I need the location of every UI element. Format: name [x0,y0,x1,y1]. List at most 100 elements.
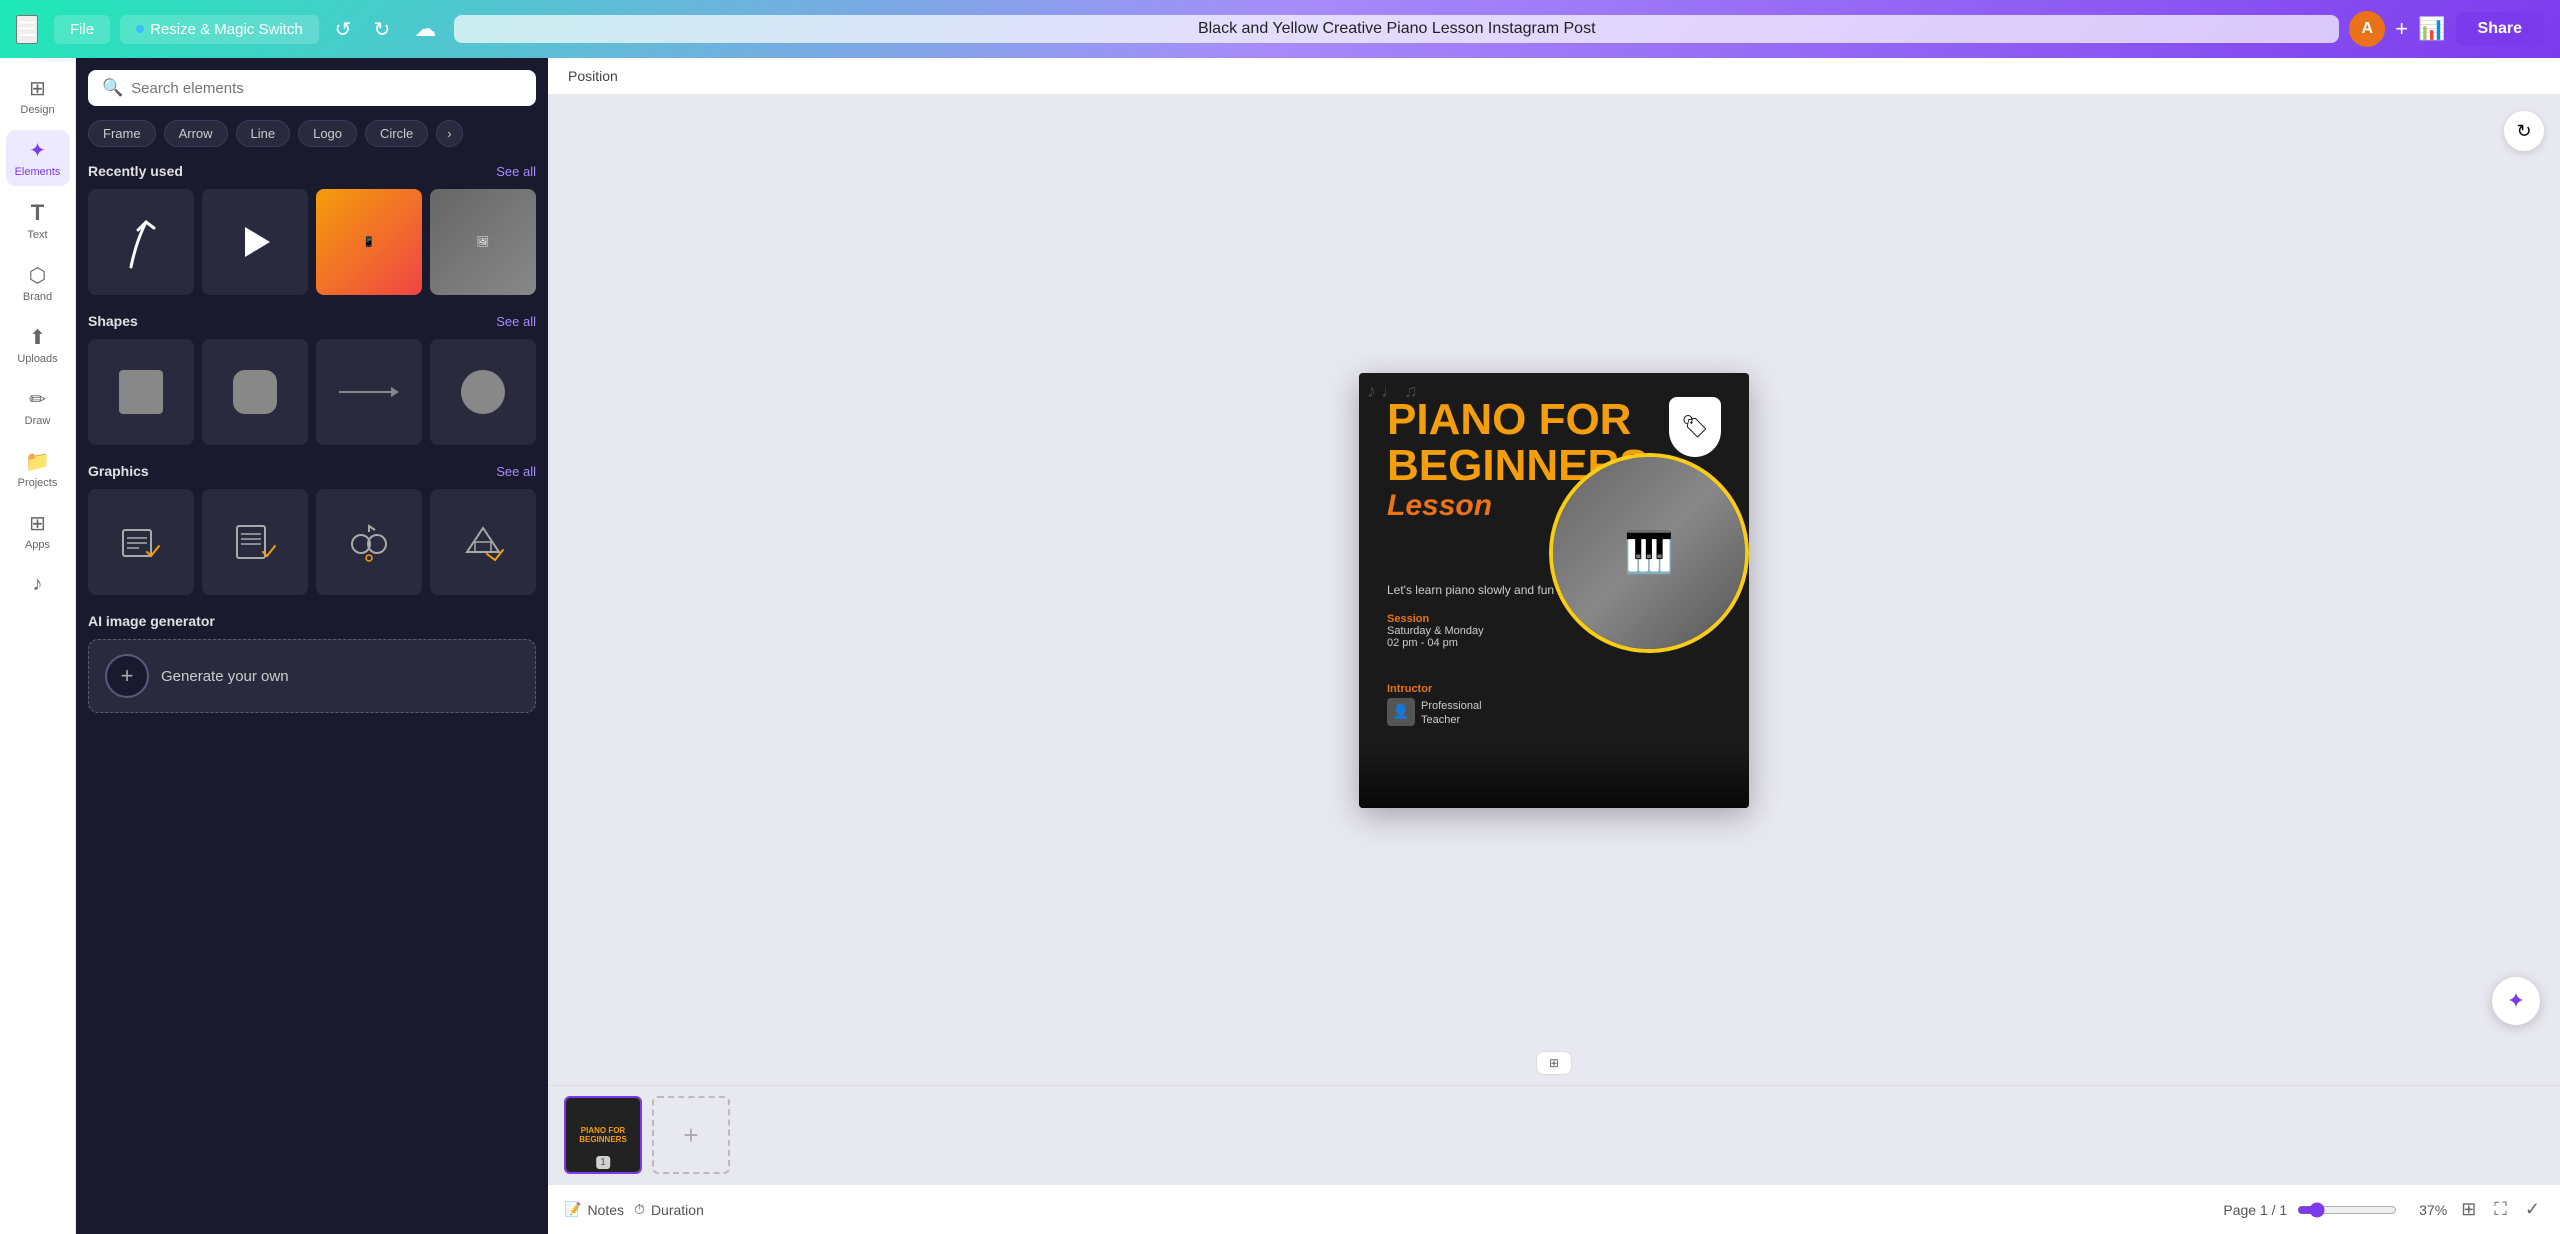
recently-used-see-all[interactable]: See all [496,164,536,179]
instructor-role: Teacher [1421,714,1482,726]
projects-label: Projects [18,477,58,489]
canvas-area: Position ↻ ♪ ♩ ♫ PIANO FOR BEGINNERS Les… [548,58,2560,1234]
text-label: Text [27,229,47,241]
element-misc[interactable]: 🖼 [430,189,536,295]
shapes-grid [88,339,536,445]
notes-button[interactable]: 📝 Notes [564,1201,624,1218]
share-button[interactable]: Share [2456,12,2544,46]
sidebar-item-design[interactable]: ⊞ Design [6,68,70,124]
apps-label: Apps [25,539,50,551]
elements-icon: ✦ [29,138,46,163]
sidebar-item-projects[interactable]: 📁 Projects [6,441,70,497]
sidebar-item-text[interactable]: T Text [6,192,70,249]
add-button[interactable]: + [2395,16,2408,42]
generate-own-label: Generate your own [161,668,289,685]
instructor-label: Intructor [1387,683,1482,695]
sidebar-item-music[interactable]: ♪ [6,565,70,604]
zoom-value: 37% [2407,1202,2447,1218]
filter-frame[interactable]: Frame [88,120,156,147]
recently-used-grid: 📱 🖼 [88,189,536,295]
grid-view-button[interactable]: ⊞ [2457,1195,2480,1224]
graphics-title: Graphics [88,463,149,479]
elements-label: Elements [15,166,61,178]
element-arrow[interactable] [88,189,194,295]
graphic-education4[interactable] [430,489,536,595]
search-icon: 🔍 [102,78,123,98]
shape-circle[interactable] [430,339,536,445]
filter-line[interactable]: Line [236,120,291,147]
add-page-button[interactable]: + [652,1096,730,1174]
projects-icon: 📁 [25,449,50,474]
check-button[interactable]: ✓ [2521,1195,2544,1224]
canvas-bottom: PIANO FORBEGINNERS 1 + [548,1085,2560,1184]
design-label: Design [20,104,54,116]
user-avatar[interactable]: A [2349,11,2385,47]
brand-label: Brand [23,291,52,303]
shapes-title: Shapes [88,313,138,329]
draw-icon: ✏ [29,387,46,412]
page-thumbnail-1[interactable]: PIANO FORBEGINNERS 1 [564,1096,642,1174]
design-canvas[interactable]: ♪ ♩ ♫ PIANO FOR BEGINNERS Lesson Let's l… [1359,373,1749,808]
search-input[interactable] [131,80,522,97]
refresh-button[interactable]: ↻ [2504,111,2544,151]
duration-button[interactable]: ⏱ Duration [634,1201,704,1218]
hide-panel-button[interactable]: ⊞ [1536,1051,1572,1075]
text-icon: T [31,200,44,226]
ai-section-title: AI image generator [88,613,536,629]
element-social-graphic[interactable]: 📱 [316,189,422,295]
piano-img-placeholder: 🎹 [1553,457,1745,649]
topbar-right: A + 📊 Share [2349,11,2544,47]
file-button[interactable]: File [54,15,110,44]
redo-button[interactable]: ↻ [367,13,396,46]
fullscreen-button[interactable]: ⛶ [2490,1195,2511,1224]
sidebar-item-apps[interactable]: ⊞ Apps [6,503,70,559]
magic-assistant-button[interactable]: ✦ [2492,977,2540,1025]
analytics-button[interactable]: 📊 [2418,16,2445,42]
shape-square[interactable] [88,339,194,445]
left-nav: ⊞ Design ✦ Elements T Text ⬡ Brand ⬆ Upl… [0,58,76,1234]
session-days: Saturday & Monday [1387,625,1484,637]
graphic-education3[interactable] [316,489,422,595]
cloud-save-button[interactable]: ☁ [406,12,444,46]
filter-circle[interactable]: Circle [365,120,428,147]
music-icon: ♪ [33,573,43,596]
elements-sidebar: 🔍 Frame Arrow Line Logo Circle › Recentl… [76,58,548,1234]
sidebar-item-uploads[interactable]: ⬆ Uploads [6,317,70,373]
graphics-see-all[interactable]: See all [496,464,536,479]
main-layout: ⊞ Design ✦ Elements T Text ⬡ Brand ⬆ Upl… [0,58,2560,1234]
bottom-overlay [1359,748,1749,808]
design-icon: ⊞ [29,76,46,101]
uploads-label: Uploads [17,353,57,365]
shapes-see-all[interactable]: See all [496,314,536,329]
design-instructor: Intructor 👤 Professional Teacher [1387,683,1482,726]
graphics-grid [88,489,536,595]
filter-more[interactable]: › [436,120,462,147]
sidebar-item-elements[interactable]: ✦ Elements [6,130,70,186]
undo-button[interactable]: ↺ [329,13,358,46]
menu-button[interactable]: ☰ [16,15,38,44]
piano-student-image: 🎹 [1549,453,1749,653]
sidebar-item-draw[interactable]: ✏ Draw [6,379,70,435]
hide-panel-icon: ⊞ [1549,1056,1559,1070]
page-info: Page 1 / 1 [2223,1202,2287,1218]
filter-logo[interactable]: Logo [298,120,357,147]
graphic-education1[interactable] [88,489,194,595]
shape-arrow-line[interactable] [316,339,422,445]
graphic-education2[interactable] [202,489,308,595]
ai-image-generator-section: AI image generator + Generate your own [88,613,536,713]
resize-magic-switch-button[interactable]: Resize & Magic Switch [120,15,319,44]
resize-dot [136,25,144,33]
shield-badge: 🏷 [1669,397,1721,457]
zoom-slider[interactable] [2297,1202,2397,1218]
duration-icon: ⏱ [634,1201,645,1218]
shape-rounded-rect[interactable] [202,339,308,445]
design-title-piano-for: PIANO FOR [1387,397,1649,443]
generate-own-button[interactable]: + Generate your own [88,639,536,713]
sidebar-item-brand[interactable]: ⬡ Brand [6,255,70,311]
recently-used-title: Recently used [88,163,183,179]
canvas-workspace[interactable]: ↻ ♪ ♩ ♫ PIANO FOR BEGINNERS Lesson Let's… [548,95,2560,1085]
element-triangle[interactable] [202,189,308,295]
filter-arrow[interactable]: Arrow [164,120,228,147]
ai-plus-icon: + [105,654,149,698]
search-bar: 🔍 [88,70,536,106]
